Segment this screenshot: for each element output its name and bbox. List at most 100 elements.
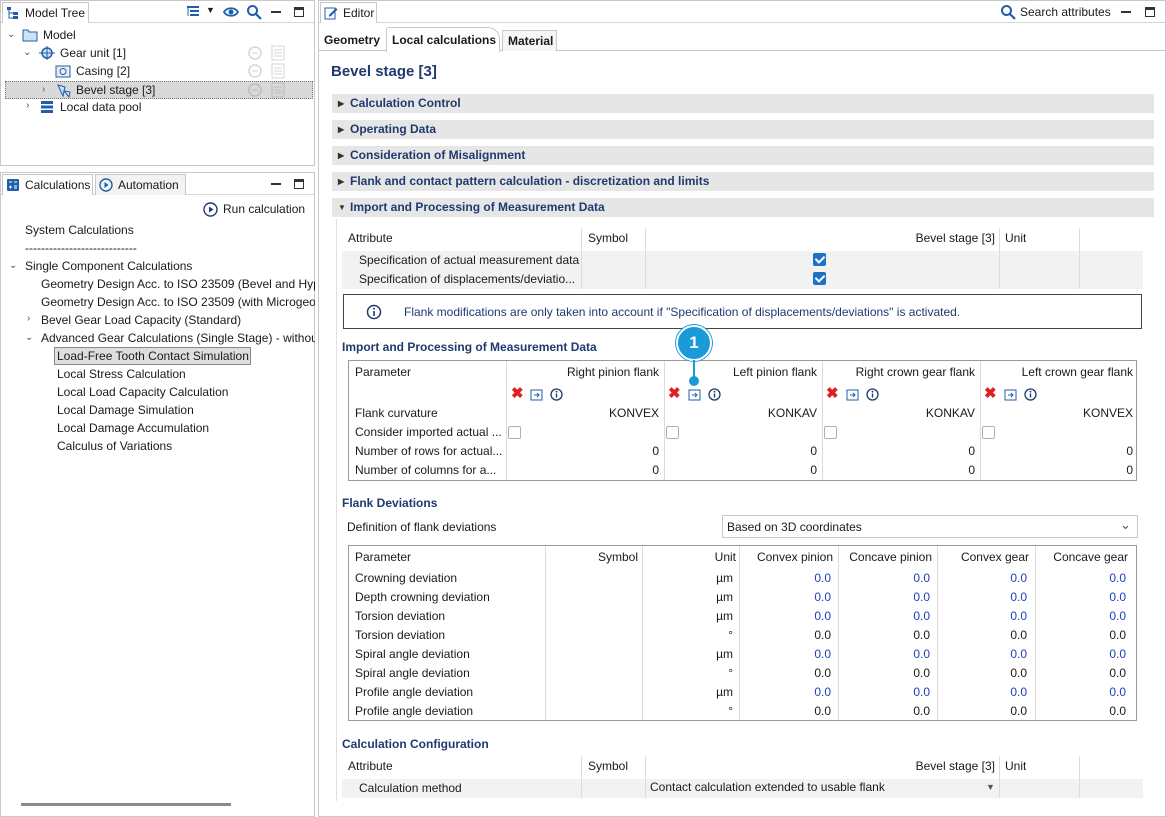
measurement-cell[interactable]: 0 — [825, 461, 975, 480]
calc-item-local-stress[interactable]: Local Stress Calculation — [57, 365, 186, 383]
calc-item-local-damage-acc[interactable]: Local Damage Accumulation — [57, 419, 209, 437]
calc-item-load-free-tcs[interactable]: Load-Free Tooth Contact Simulation — [54, 347, 251, 365]
minimize-icon[interactable] — [269, 177, 283, 191]
consider-imported-checkbox[interactable] — [508, 426, 521, 439]
calc-item-local-damage-sim[interactable]: Local Damage Simulation — [57, 401, 194, 419]
info-icon[interactable] — [866, 388, 879, 401]
measurement-cell[interactable]: KONKAV — [667, 404, 817, 423]
flank-row-value[interactable]: 0.0 — [741, 702, 831, 721]
horizontal-scrollbar[interactable] — [21, 803, 231, 806]
flank-row-value[interactable]: 0.0 — [741, 626, 831, 645]
flank-row-value[interactable]: 0.0 — [838, 607, 930, 626]
measurement-cell[interactable]: 0 — [983, 461, 1133, 480]
section-misalignment[interactable]: ▶ Consideration of Misalignment — [332, 146, 1154, 165]
search-icon[interactable] — [246, 4, 262, 20]
import-icon[interactable] — [688, 388, 701, 401]
flank-row-value[interactable]: 0.0 — [838, 645, 930, 664]
flank-row-value[interactable]: 0.0 — [838, 626, 930, 645]
section-import-measurement[interactable]: ▼ Import and Processing of Measurement Da… — [332, 198, 1154, 217]
flank-row-value[interactable]: 0.0 — [838, 569, 930, 588]
tab-material[interactable]: Material — [502, 30, 557, 51]
tab-automation[interactable]: Automation — [95, 174, 186, 195]
flank-row-value[interactable]: 0.0 — [1034, 702, 1126, 721]
import-icon[interactable] — [846, 388, 859, 401]
chevron-right-icon[interactable]: › — [27, 314, 37, 324]
calc-method-select[interactable]: Contact calculation extended to usable f… — [646, 778, 999, 798]
section-flank-contact[interactable]: ▶ Flank and contact pattern calculation -… — [332, 172, 1154, 191]
tab-local-calculations[interactable]: Local calculations — [386, 27, 500, 52]
import-icon[interactable] — [1004, 388, 1017, 401]
flank-row-value[interactable]: 0.0 — [838, 588, 930, 607]
import-icon[interactable] — [530, 388, 543, 401]
flank-row-value[interactable]: 0.0 — [741, 607, 831, 626]
measurement-cell[interactable]: KONVEX — [509, 404, 659, 423]
measurement-cell[interactable]: 0 — [667, 461, 817, 480]
measurement-cell[interactable]: 0 — [509, 461, 659, 480]
calc-item-advanced-gear[interactable]: ⌄ Advanced Gear Calculations (Single Sta… — [25, 329, 315, 347]
measurement-cell[interactable]: 0 — [509, 442, 659, 461]
minimize-icon[interactable] — [1119, 5, 1133, 19]
section-operating-data[interactable]: ▶ Operating Data — [332, 120, 1154, 139]
flank-row-value[interactable]: 0.0 — [838, 664, 930, 683]
flank-row-value[interactable]: 0.0 — [741, 569, 831, 588]
calc-item-calculus-variations[interactable]: Calculus of Variations — [57, 437, 172, 455]
flank-row-value[interactable]: 0.0 — [1034, 607, 1126, 626]
minimize-icon[interactable] — [269, 5, 283, 19]
eye-icon[interactable] — [223, 5, 239, 19]
calc-item-local-load-capacity[interactable]: Local Load Capacity Calculation — [57, 383, 228, 401]
dropdown-arrow-icon[interactable]: ▼ — [206, 5, 215, 15]
flank-row-value[interactable]: 0.0 — [937, 588, 1027, 607]
measurement-cell[interactable]: 0 — [825, 442, 975, 461]
tab-model-tree[interactable]: Model Tree — [2, 2, 89, 23]
chevron-down-icon[interactable]: ⌄ — [9, 261, 19, 271]
measurement-cell[interactable]: KONKAV — [825, 404, 975, 423]
flank-row-value[interactable]: 0.0 — [937, 607, 1027, 626]
delete-icon[interactable]: ✖ — [826, 386, 839, 401]
consider-imported-checkbox[interactable] — [824, 426, 837, 439]
flank-row-value[interactable]: 0.0 — [741, 683, 831, 702]
flank-row-value[interactable]: 0.0 — [838, 683, 930, 702]
calc-item-geometry-design-2[interactable]: Geometry Design Acc. to ISO 23509 (with … — [41, 293, 315, 311]
flank-row-value[interactable]: 0.0 — [1034, 645, 1126, 664]
maximize-icon[interactable] — [292, 177, 306, 191]
maximize-icon[interactable] — [292, 5, 306, 19]
chevron-down-icon[interactable]: ⌄ — [25, 333, 35, 343]
maximize-icon[interactable] — [1143, 5, 1157, 19]
chevron-right-icon[interactable]: › — [42, 85, 52, 95]
section-calculation-control[interactable]: ▶ Calculation Control — [332, 94, 1154, 113]
flank-row-value[interactable]: 0.0 — [741, 588, 831, 607]
flank-row-value[interactable]: 0.0 — [937, 683, 1027, 702]
flank-row-value[interactable]: 0.0 — [838, 702, 930, 721]
displacements-checkbox[interactable] — [813, 272, 826, 285]
flank-row-value[interactable]: 0.0 — [937, 702, 1027, 721]
flank-row-value[interactable]: 0.0 — [937, 664, 1027, 683]
tab-calculations[interactable]: Calculations — [2, 174, 93, 195]
flank-row-value[interactable]: 0.0 — [1034, 683, 1126, 702]
tree-item-bevel-stage[interactable]: › Bevel stage [3] — [5, 81, 313, 99]
chevron-right-icon[interactable]: › — [26, 101, 36, 111]
flank-row-value[interactable]: 0.0 — [1034, 569, 1126, 588]
delete-icon[interactable]: ✖ — [668, 386, 681, 401]
consider-imported-checkbox[interactable] — [666, 426, 679, 439]
delete-icon[interactable]: ✖ — [511, 386, 524, 401]
consider-imported-checkbox[interactable] — [982, 426, 995, 439]
flank-row-value[interactable]: 0.0 — [741, 664, 831, 683]
calc-item-system[interactable]: System Calculations — [25, 221, 134, 239]
measurement-cell[interactable]: 0 — [983, 442, 1133, 461]
info-icon[interactable] — [550, 388, 563, 401]
flank-row-value[interactable]: 0.0 — [937, 645, 1027, 664]
hierarchy-view-icon[interactable] — [186, 5, 202, 19]
tab-geometry[interactable]: Geometry — [324, 30, 380, 51]
flank-row-value[interactable]: 0.0 — [937, 569, 1027, 588]
tab-editor[interactable]: Editor — [320, 2, 377, 23]
flank-row-value[interactable]: 0.0 — [1034, 626, 1126, 645]
info-icon[interactable] — [1024, 388, 1037, 401]
flank-row-value[interactable]: 0.0 — [1034, 664, 1126, 683]
flank-row-value[interactable]: 0.0 — [1034, 588, 1126, 607]
measurement-cell[interactable]: 0 — [667, 442, 817, 461]
info-icon[interactable] — [708, 388, 721, 401]
chevron-down-icon[interactable]: ⌄ — [7, 30, 17, 40]
measurement-cell[interactable]: KONVEX — [983, 404, 1133, 423]
flank-row-value[interactable]: 0.0 — [937, 626, 1027, 645]
actual-measurement-checkbox[interactable] — [813, 253, 826, 266]
